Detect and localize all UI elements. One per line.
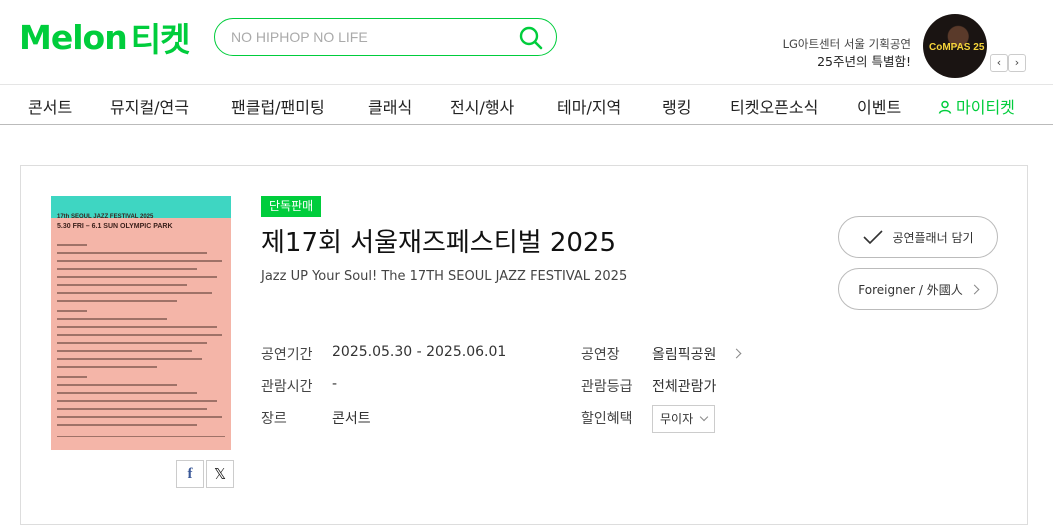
promo-nav: ‹ › <box>990 54 1026 72</box>
logo-text: Melon <box>19 17 128 57</box>
discount-value: 무이자 <box>660 412 694 426</box>
poster-lineup-line <box>57 292 212 294</box>
nav-item-classic[interactable]: 클래식 <box>368 94 412 118</box>
nav-item-event[interactable]: 이벤트 <box>857 94 901 118</box>
venue-value: 올림픽공원 <box>652 347 717 363</box>
poster-lineup-line <box>57 252 207 254</box>
poster-lineup-line <box>57 392 197 394</box>
poster-lineup-line <box>57 358 202 360</box>
product-subtitle: Jazz UP Your Soul! The 17TH SEOUL JAZZ F… <box>261 269 628 284</box>
melon-ticket-logo[interactable]: Melon 티켓 <box>19 17 190 60</box>
discount-dropdown[interactable]: 무이자 <box>652 405 715 433</box>
genre-value: 콘서트 <box>332 411 371 427</box>
venue-label: 공연장 <box>581 347 620 363</box>
foreigner-button[interactable]: Foreigner / 外國人 <box>838 268 998 310</box>
promo-line1: LG아트센터 서울 기획공연 <box>782 37 911 51</box>
venue-link[interactable]: 올림픽공원 <box>652 344 742 364</box>
discount-label: 할인혜택 <box>581 411 633 427</box>
nav-item-fanclub[interactable]: 팬클럽/팬미팅 <box>231 94 325 118</box>
planner-button-label: 공연플래너 담기 <box>892 230 974 245</box>
poster-lineup-line <box>57 326 217 328</box>
my-ticket-label: 마이티켓 <box>956 98 1015 117</box>
poster-title-line1: 17th SEOUL JAZZ FESTIVAL 2025 <box>57 214 154 220</box>
poster-lineup-line <box>57 318 167 320</box>
poster-lineup-line <box>57 376 87 378</box>
genre-label: 장르 <box>261 411 287 427</box>
nav-item-concert[interactable]: 콘서트 <box>28 94 72 118</box>
exclusive-badge: 단독판매 <box>261 196 322 217</box>
poster-lineup-line <box>57 350 192 352</box>
add-to-planner-button[interactable]: 공연플래너 담기 <box>838 216 998 258</box>
nav-item-exhibition[interactable]: 전시/행사 <box>450 94 514 118</box>
search-box <box>214 18 557 56</box>
poster-lineup-line <box>57 260 222 262</box>
person-icon <box>938 100 952 114</box>
poster-lineup-line <box>57 300 177 302</box>
poster-title: 17th SEOUL JAZZ FESTIVAL 2025 5.30 FRI –… <box>57 214 173 230</box>
poster-lineup-line <box>57 408 207 410</box>
runtime-value: - <box>332 376 338 392</box>
foreigner-button-label: Foreigner / 外國人 <box>858 282 963 297</box>
period-label: 공연기간 <box>261 347 313 363</box>
nav-item-musical[interactable]: 뮤지컬/연극 <box>110 94 189 118</box>
promo-banner-image[interactable]: CoMPAS 25 <box>923 14 987 78</box>
nav-item-theme[interactable]: 테마/지역 <box>557 94 621 118</box>
chevron-right-icon <box>969 284 980 294</box>
promo-line2: 25주년의 특별함! <box>817 54 911 69</box>
nav-item-ticket-open[interactable]: 티켓오픈소식 <box>730 94 818 118</box>
poster-lineup-line <box>57 366 157 368</box>
poster-lineup-line <box>57 342 207 344</box>
poster-lineup-line <box>57 334 222 336</box>
facebook-share-button[interactable]: f <box>176 460 204 488</box>
search-input[interactable] <box>231 27 511 47</box>
poster-sponsor-line <box>57 436 225 437</box>
search-icon[interactable] <box>519 26 543 50</box>
chevron-right-icon <box>731 348 742 359</box>
period-value: 2025.05.30 - 2025.06.01 <box>332 344 507 360</box>
main-navigation: 콘서트 뮤지컬/연극 팬클럽/팬미팅 클래식 전시/행사 테마/지역 랭킹 티켓… <box>0 84 1053 125</box>
poster-lineup-line <box>57 244 87 246</box>
promo-prev-button[interactable]: ‹ <box>990 54 1008 72</box>
promo-banner-text[interactable]: LG아트센터 서울 기획공연 25주년의 특별함! <box>783 36 911 70</box>
rating-label: 관람등급 <box>581 379 633 395</box>
chevron-down-icon <box>699 412 709 422</box>
runtime-label: 관람시간 <box>261 379 313 395</box>
poster-lineup-line <box>57 400 217 402</box>
poster-lineup-line <box>57 268 197 270</box>
promo-image-text: CoMPAS 25 <box>929 42 985 53</box>
logo-suffix: 티켓 <box>130 20 191 59</box>
poster-image[interactable]: 17th SEOUL JAZZ FESTIVAL 2025 5.30 FRI –… <box>51 196 231 450</box>
poster-lineup-line <box>57 384 177 386</box>
checkmark-icon <box>863 230 884 245</box>
nav-item-my-ticket[interactable]: 마이티켓 <box>938 94 1015 118</box>
poster-lineup-line <box>57 276 217 278</box>
header: Melon 티켓 LG아트센터 서울 기획공연 25주년의 특별함! CoMPA… <box>0 0 1053 84</box>
promo-next-button[interactable]: › <box>1008 54 1026 72</box>
poster-lineup-line <box>57 310 87 312</box>
poster-lineup-line <box>57 424 197 426</box>
x-share-button[interactable]: 𝕏 <box>206 460 234 488</box>
rating-value: 전체관람가 <box>652 379 717 395</box>
nav-item-ranking[interactable]: 랭킹 <box>662 94 691 118</box>
poster-lineup-line <box>57 416 222 418</box>
poster-lineup-line <box>57 284 187 286</box>
poster-title-line2: 5.30 FRI – 6.1 SUN OLYMPIC PARK <box>57 223 173 230</box>
product-title: 제17회 서울재즈페스티벌 2025 <box>261 228 616 258</box>
